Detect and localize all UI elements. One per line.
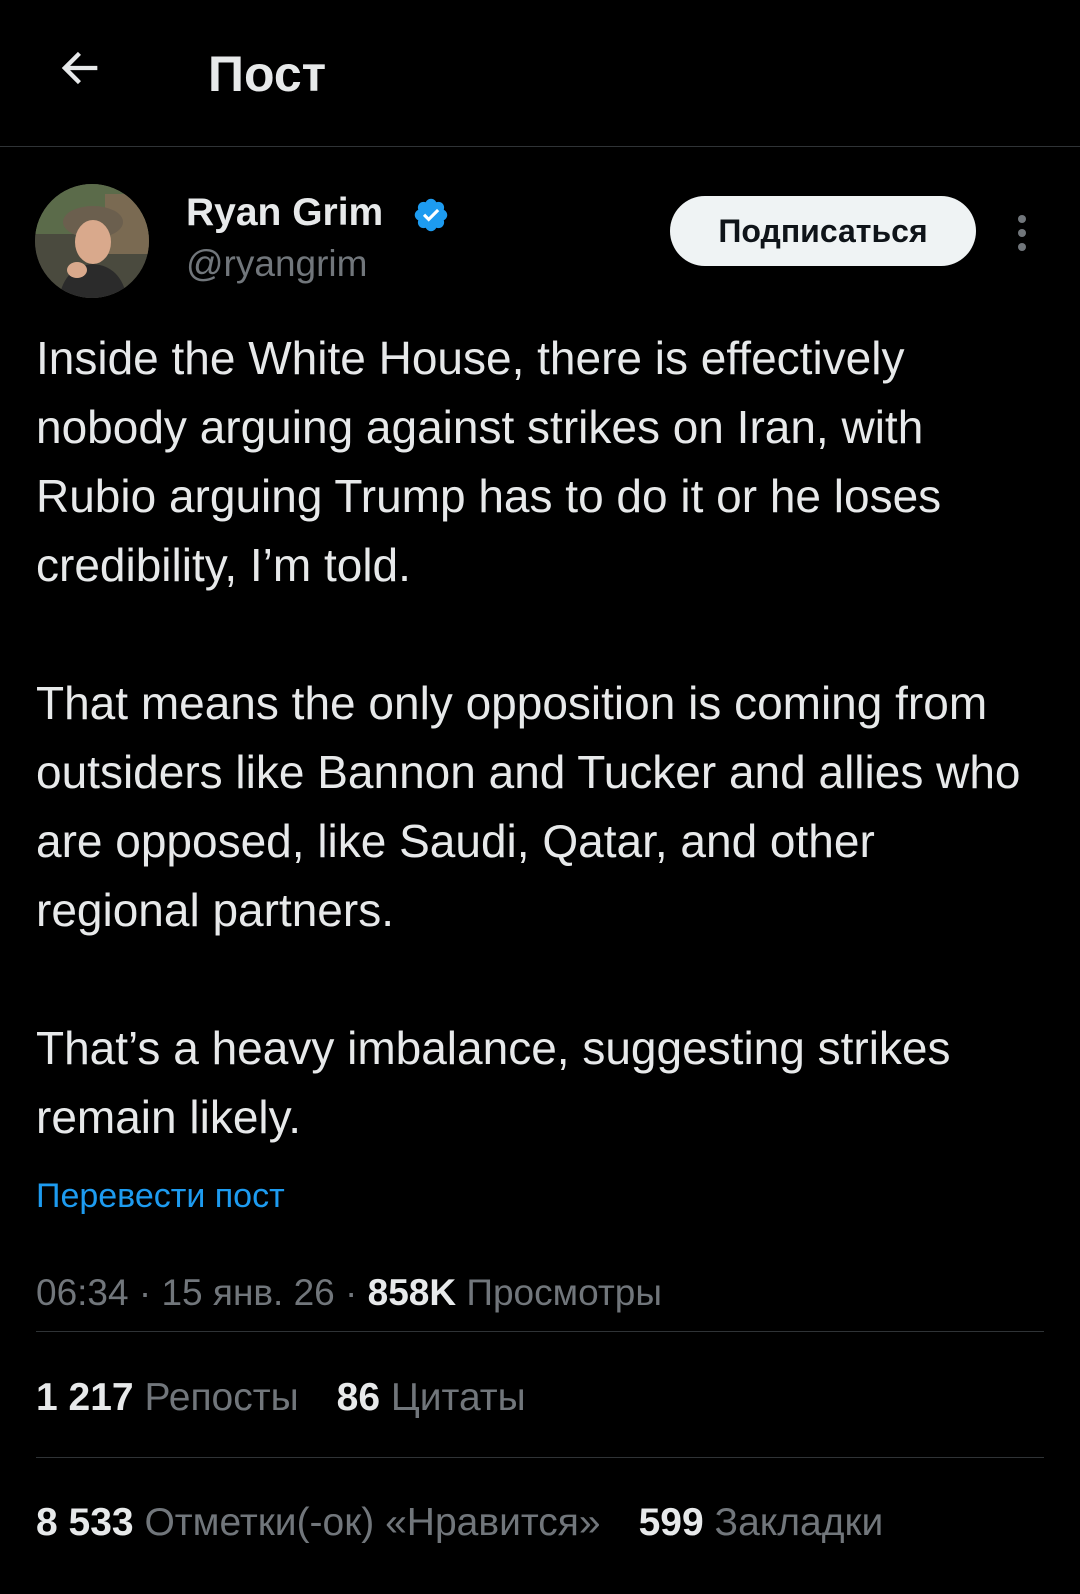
verified-badge-icon <box>414 198 448 232</box>
arrow-left-icon <box>61 51 98 85</box>
more-vertical-icon <box>1018 215 1026 251</box>
likes-label: Отметки(-ок) «Нравится» <box>144 1501 601 1544</box>
divider <box>36 1331 1044 1332</box>
meta-separator: · <box>138 1272 152 1313</box>
post-date: 15 янв. 26 <box>161 1272 335 1313</box>
back-button[interactable] <box>52 40 108 96</box>
reposts-stat[interactable]: 1 217 Репосты <box>36 1375 299 1421</box>
reposts-label: Репосты <box>144 1376 299 1419</box>
bookmarks-count: 599 <box>638 1501 704 1544</box>
stats-row-1: 1 217 Репосты 86 Цитаты <box>36 1375 564 1421</box>
bookmarks-stat[interactable]: 599 Закладки <box>639 1500 884 1546</box>
quotes-label: Цитаты <box>390 1376 526 1419</box>
quotes-stat[interactable]: 86 Цитаты <box>337 1375 526 1421</box>
quotes-count: 86 <box>336 1376 381 1419</box>
author-name[interactable]: Ryan Grim <box>186 190 383 236</box>
views-label: Просмотры <box>466 1272 662 1313</box>
top-bar: Пост <box>0 0 1080 147</box>
avatar[interactable] <box>35 184 149 298</box>
reposts-count: 1 217 <box>36 1376 134 1419</box>
post-paragraph: That’s a heavy imbalance, suggesting str… <box>36 1022 951 1143</box>
post-time: 06:34 <box>36 1272 129 1313</box>
meta-separator: · <box>345 1272 358 1313</box>
translate-post-link[interactable]: Перевести пост <box>36 1176 285 1216</box>
likes-stat[interactable]: 8 533 Отметки(-ок) «Нравится» <box>36 1500 601 1546</box>
bookmarks-label: Закладки <box>714 1501 884 1544</box>
divider <box>36 1457 1044 1458</box>
follow-button[interactable]: Подписаться <box>670 196 976 266</box>
author-handle[interactable]: @ryangrim <box>186 242 367 286</box>
post-meta: 06:34 · 15 янв. 26 · 858K Просмотры <box>36 1271 662 1315</box>
page-title: Пост <box>208 46 327 102</box>
stats-row-2: 8 533 Отметки(-ок) «Нравится» 599 Заклад… <box>36 1500 921 1546</box>
post-paragraph: Inside the White House, there is effecti… <box>36 332 942 591</box>
profile-photo-icon <box>35 184 149 298</box>
likes-count: 8 533 <box>36 1501 134 1544</box>
views-count: 858K <box>367 1272 457 1313</box>
more-button[interactable] <box>1004 208 1040 258</box>
post-text: Inside the White House, there is effecti… <box>36 324 1046 1152</box>
post-paragraph: That means the only opposition is coming… <box>36 677 1021 936</box>
